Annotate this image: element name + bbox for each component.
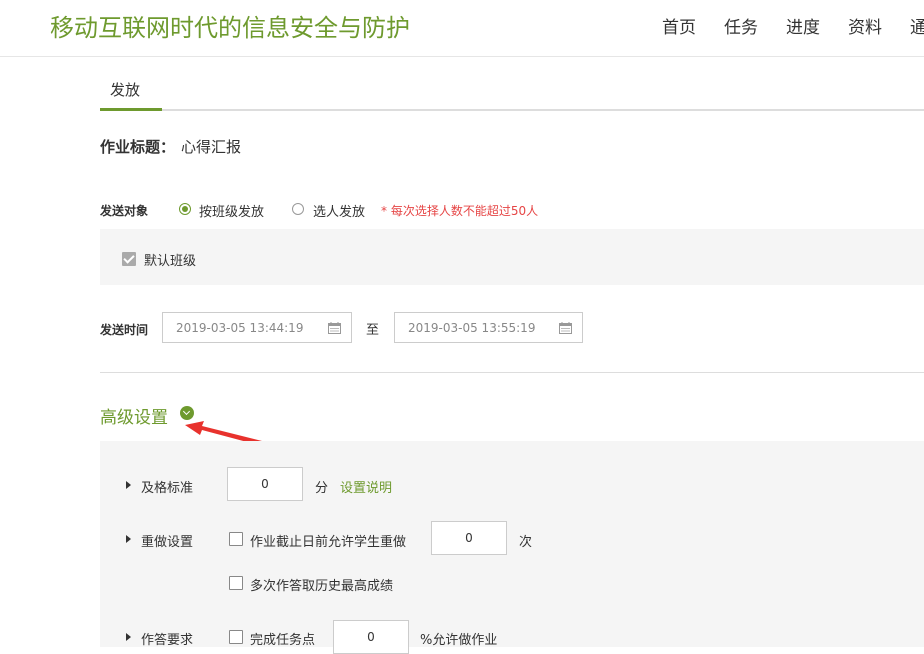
class-list-panel: 默认班级 — [100, 229, 924, 285]
radio-by-class-label[interactable]: 按班级发放 — [199, 201, 264, 220]
allow-redo-label[interactable]: 作业截止日前允许学生重做 — [250, 531, 406, 550]
highest-score-label[interactable]: 多次作答取历史最高成绩 — [250, 575, 393, 594]
tab-active-indicator — [100, 108, 162, 111]
radio-by-person-label[interactable]: 选人发放 — [313, 201, 365, 220]
complete-task-checkbox[interactable] — [229, 630, 243, 644]
start-time-input[interactable]: 2019-03-05 13:44:19 — [162, 312, 352, 343]
default-class-label[interactable]: 默认班级 — [144, 250, 196, 269]
redo-count-value: 0 — [465, 531, 473, 545]
redo-count-unit: 次 — [519, 535, 533, 550]
answer-requirement-label: 作答要求 — [141, 633, 194, 648]
allow-redo-checkbox[interactable] — [229, 532, 243, 546]
homework-title-label: 作业标题： — [100, 138, 176, 156]
task-percent-input[interactable]: 0 — [333, 620, 409, 654]
send-time-label: 发送时间 — [100, 323, 149, 337]
nav-home[interactable]: 首页 — [662, 13, 696, 38]
section-divider — [100, 372, 924, 373]
pass-score-input[interactable]: 0 — [227, 467, 303, 501]
caret-right-icon — [126, 535, 131, 543]
nav-tasks[interactable]: 任务 — [724, 13, 758, 38]
top-header: 移动互联网时代的信息安全与防护 首页 任务 进度 资料 通 — [0, 0, 924, 57]
advanced-settings-panel: 及格标准 0 分 设置说明 重做设置 作业截止日前允许学生重做 0 次 多次作答… — [100, 441, 924, 654]
pass-score-value: 0 — [261, 477, 269, 491]
selection-limit-warning: * 每次选择人数不能超过50人 — [381, 204, 539, 218]
caret-right-icon — [126, 633, 131, 641]
settings-help-link[interactable]: 设置说明 — [340, 477, 392, 496]
advanced-settings-title[interactable]: 高级设置 — [100, 403, 168, 428]
nav-notice[interactable]: 通 — [910, 13, 924, 38]
end-time-input[interactable]: 2019-03-05 13:55:19 — [394, 312, 583, 343]
task-percent-value: 0 — [367, 630, 375, 644]
complete-task-label[interactable]: 完成任务点 — [250, 629, 315, 648]
default-class-checkbox[interactable] — [122, 252, 136, 266]
course-title: 移动互联网时代的信息安全与防护 — [50, 14, 410, 42]
time-range-separator: 至 — [366, 323, 380, 338]
redo-count-input[interactable]: 0 — [431, 521, 507, 555]
homework-title-value: 心得汇报 — [181, 138, 242, 156]
start-time-value: 2019-03-05 13:44:19 — [176, 321, 304, 335]
tab-publish[interactable]: 发放 — [110, 79, 140, 100]
caret-right-icon — [126, 481, 131, 489]
end-time-value: 2019-03-05 13:55:19 — [408, 321, 536, 335]
calendar-icon[interactable] — [328, 322, 341, 334]
tab-bar-line — [100, 109, 924, 111]
send-target-label: 发送对象 — [100, 204, 149, 218]
redo-settings-label: 重做设置 — [141, 535, 194, 550]
pass-standard-label: 及格标准 — [141, 481, 194, 496]
radio-by-class[interactable] — [179, 203, 191, 215]
calendar-icon[interactable] — [559, 322, 572, 334]
nav-progress[interactable]: 进度 — [786, 13, 820, 38]
task-percent-suffix: %允许做作业 — [420, 633, 498, 648]
pass-score-unit: 分 — [315, 481, 329, 496]
radio-by-person[interactable] — [292, 203, 304, 215]
highest-score-checkbox[interactable] — [229, 576, 243, 590]
nav-materials[interactable]: 资料 — [848, 13, 882, 38]
